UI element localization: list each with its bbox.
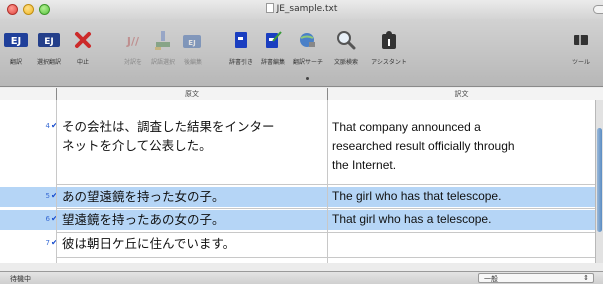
parallel-text-icon: J// xyxy=(120,29,146,51)
source-line: ネットを介して公表した。 xyxy=(62,138,212,153)
translate-selection-label: 選択翻訳 xyxy=(36,59,61,66)
row-number: 6 xyxy=(45,215,50,223)
assistant-info-icon xyxy=(376,29,402,51)
scrollbar-thumb[interactable] xyxy=(597,128,602,232)
stop-button[interactable]: 中止 xyxy=(70,29,96,66)
toolbar-toggle-button[interactable] xyxy=(593,5,603,14)
source-line: 望遠鏡を持ったあの女の子。 xyxy=(62,212,225,227)
translate-icon: EJ xyxy=(3,29,29,51)
toolbar-separator-dot xyxy=(306,77,309,80)
source-cell[interactable]: 彼は朝日ケ丘に住んでいます。 xyxy=(62,234,324,253)
translation-table: 4 ✔ その会社は、調査した結果をインター ネットを介して公表した。 That … xyxy=(0,100,595,263)
stop-x-icon xyxy=(70,29,96,51)
window-title: JE_sample.txt xyxy=(276,4,338,14)
column-divider-mid xyxy=(327,100,328,263)
document-icon xyxy=(265,3,274,13)
post-edit-button[interactable]: EJ 後編集 xyxy=(178,29,208,66)
row-checkbox-icon[interactable]: ✔ xyxy=(51,215,59,223)
translation-search-label: 翻訳サーチ xyxy=(292,59,323,66)
status-bar: 待機中 一般 ⇕ xyxy=(0,271,603,284)
table-row[interactable]: 7 ✔ 彼は朝日ケ丘に住んでいます。 xyxy=(0,234,595,256)
tools-icon xyxy=(568,29,594,51)
dictionary-icon xyxy=(228,29,254,51)
target-cell[interactable]: The girl who has that telescope. xyxy=(332,187,590,206)
toolbar: EJ 翻訳 EJ 選択翻訳 中止 J// 対訳を 訳語選択 EJ 後編集 辞書引… xyxy=(0,19,603,87)
target-cell[interactable]: That girl who has a telescope. xyxy=(332,210,590,229)
table-row-selected[interactable]: 6 ✔ 望遠鏡を持ったあの女の子。 That girl who has a te… xyxy=(0,210,595,230)
magnifier-icon xyxy=(333,29,359,51)
word-choice-button[interactable]: 訳語選択 xyxy=(148,29,178,66)
row-divider xyxy=(56,184,595,185)
row-checkbox-icon[interactable]: ✔ xyxy=(51,239,59,247)
source-line: あの望遠鏡を持った女の子。 xyxy=(62,189,225,204)
word-choice-label: 訳語選択 xyxy=(150,59,175,66)
target-line: That girl who has a telescope. xyxy=(332,212,492,226)
target-line: That company announced a xyxy=(332,120,481,134)
mode-select[interactable]: 一般 ⇕ xyxy=(478,273,594,283)
word-choice-icon xyxy=(150,29,176,51)
window-title-wrap: JE_sample.txt xyxy=(0,3,603,14)
post-edit-icon: EJ xyxy=(180,29,206,51)
source-cell[interactable]: 望遠鏡を持ったあの女の子。 xyxy=(62,210,324,229)
target-line: researched result officially through xyxy=(332,139,515,153)
translate-label: 翻訳 xyxy=(9,59,22,66)
row-number: 4 xyxy=(45,122,50,130)
svg-text:EJ: EJ xyxy=(188,39,195,47)
translation-search-button[interactable]: 翻訳サーチ xyxy=(290,29,326,66)
context-search-button[interactable]: 文脈検索 xyxy=(328,29,364,66)
post-edit-label: 後編集 xyxy=(183,59,202,66)
target-line: the Internet. xyxy=(332,158,397,172)
mode-select-value: 一般 xyxy=(484,275,498,283)
row-checkbox-icon[interactable]: ✔ xyxy=(51,192,59,200)
dictionary-edit-label: 辞書編集 xyxy=(260,59,285,66)
row-number: 7 xyxy=(45,239,50,247)
svg-text:EJ: EJ xyxy=(44,37,54,47)
target-cell[interactable]: That company announced a researched resu… xyxy=(332,118,590,175)
translate-selection-icon: EJ xyxy=(36,29,62,51)
row-number: 5 xyxy=(45,192,50,200)
dictionary-edit-icon xyxy=(260,29,286,51)
svg-text:EJ: EJ xyxy=(11,36,22,47)
target-line: The girl who has that telescope. xyxy=(332,189,502,203)
source-cell[interactable]: その会社は、調査した結果をインター ネットを介して公表した。 xyxy=(62,117,324,155)
table-row[interactable]: 4 ✔ その会社は、調査した結果をインター ネットを介して公表した。 That … xyxy=(0,115,595,181)
context-search-label: 文脈検索 xyxy=(333,59,358,66)
column-header-source[interactable]: 原文 xyxy=(57,89,327,99)
row-checkbox-icon[interactable]: ✔ xyxy=(51,122,59,130)
source-cell[interactable]: あの望遠鏡を持った女の子。 xyxy=(62,187,324,206)
tools-label: ツール xyxy=(571,59,590,66)
translate-selection-button[interactable]: EJ 選択翻訳 xyxy=(33,29,65,66)
column-header-target[interactable]: 訳文 xyxy=(328,89,595,99)
translate-button[interactable]: EJ 翻訳 xyxy=(2,29,30,66)
dictionary-edit-button[interactable]: 辞書編集 xyxy=(258,29,288,66)
source-line: その会社は、調査した結果をインター xyxy=(62,119,275,134)
assistant-button[interactable]: アシスタント xyxy=(369,29,409,66)
row-divider xyxy=(56,208,595,209)
tools-button[interactable]: ツール xyxy=(566,29,596,66)
stop-label: 中止 xyxy=(76,59,89,66)
globe-search-icon xyxy=(295,29,321,51)
parallel-text-label: 対訳を xyxy=(123,59,142,66)
row-divider xyxy=(56,257,595,258)
table-row-selected[interactable]: 5 ✔ あの望遠鏡を持った女の子。 The girl who has that … xyxy=(0,187,595,207)
source-line: 彼は朝日ケ丘に住んでいます。 xyxy=(62,236,236,251)
dictionary-lookup-button[interactable]: 辞書引き xyxy=(226,29,256,66)
svg-text:J//: J// xyxy=(126,35,140,48)
row-divider xyxy=(56,232,595,233)
assistant-label: アシスタント xyxy=(371,59,407,66)
parallel-text-button[interactable]: J// 対訳を xyxy=(118,29,148,66)
title-bar: JE_sample.txt xyxy=(0,0,603,19)
select-arrows-icon: ⇕ xyxy=(583,274,589,282)
dictionary-lookup-label: 辞書引き xyxy=(228,59,253,66)
column-divider-left xyxy=(56,100,57,263)
status-text: 待機中 xyxy=(10,275,31,283)
